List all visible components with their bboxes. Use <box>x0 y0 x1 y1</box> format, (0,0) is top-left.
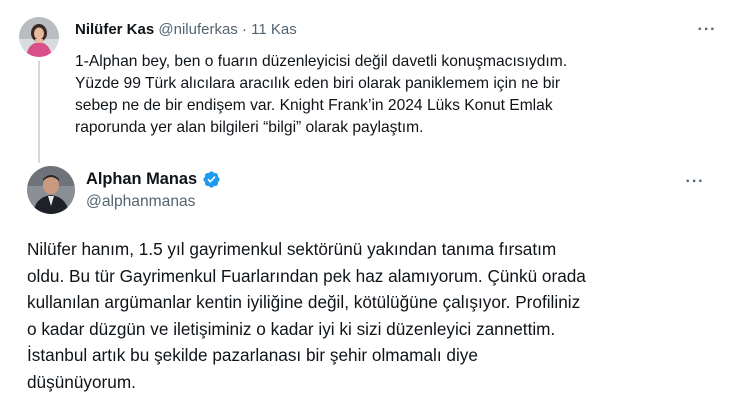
reply-tweet[interactable]: Alphan Manas @alphanmanas ··· Nilüfer ha… <box>0 160 730 420</box>
header-separator: · <box>241 21 247 38</box>
verified-badge-icon <box>203 170 220 188</box>
tweet-header: Nilüfer Kas @niluferkas · 11 Kas <box>75 20 297 40</box>
more-icon: ··· <box>697 21 717 38</box>
tweet-text: Nilüfer hanım, 1.5 yıl gayrimenkul sektö… <box>27 236 707 395</box>
tweet-text-line: sebep ne de bir endişem var. Knight Fran… <box>75 97 553 114</box>
tweet-text-line: oldu. Bu tür Gayrimenkul Fuarlarından pe… <box>27 265 586 286</box>
more-options-button[interactable]: ··· <box>695 18 719 42</box>
more-options-button[interactable]: ··· <box>683 170 707 194</box>
tweet-text-line: raporunda yer alan bilgileri “bilgi” ola… <box>75 119 424 136</box>
tweet-text-line: 1-Alphan bey, ben o fuarın düzenleyicisi… <box>75 53 568 70</box>
tweet-text-line: Yüzde 99 Türk alıcılara aracılık eden bi… <box>75 75 561 92</box>
tweet-text-line: İstanbul artık bu şekilde pazarlanası bi… <box>27 345 478 365</box>
tweet-text: 1-Alphan bey, ben o fuarın düzenleyicisi… <box>75 51 710 139</box>
author-handle[interactable]: @niluferkas <box>158 21 237 38</box>
author-name-row: Alphan Manas <box>86 169 221 189</box>
author-name[interactable]: Nilüfer Kas <box>75 21 154 38</box>
parent-tweet[interactable]: Nilüfer Kas @niluferkas · 11 Kas ··· 1-A… <box>0 0 730 165</box>
more-icon: ··· <box>685 173 705 190</box>
tweet-thread: Nilüfer Kas @niluferkas · 11 Kas ··· 1-A… <box>0 0 730 420</box>
author-handle[interactable]: @alphanmanas <box>86 192 195 212</box>
author-name[interactable]: Alphan Manas <box>86 169 197 189</box>
tweet-text-line: o kadar düzgün ve iletişiminiz o kadar i… <box>27 318 556 339</box>
tweet-text-line: düşünüyorum. <box>27 371 136 392</box>
tweet-date[interactable]: 11 Kas <box>251 21 297 38</box>
tweet-text-line: kullanılan argümanlar kentin iyiliğine d… <box>27 292 581 312</box>
tweet-text-line: Nilüfer hanım, 1.5 yıl gayrimenkul sektö… <box>27 239 557 259</box>
thread-connector-line <box>38 61 40 163</box>
avatar[interactable] <box>27 166 75 214</box>
avatar[interactable] <box>19 17 59 57</box>
